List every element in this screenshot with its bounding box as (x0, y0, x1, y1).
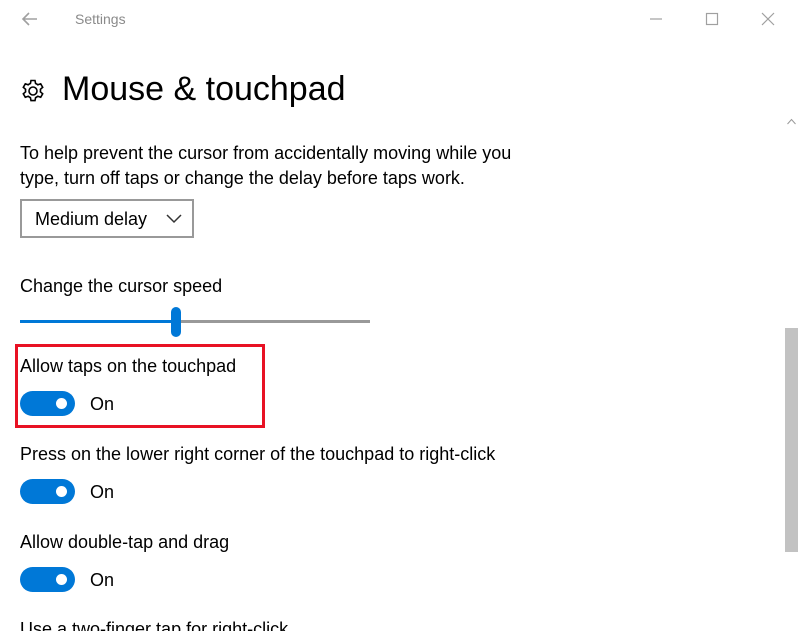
double-tap-drag-state: On (90, 570, 115, 590)
scrollbar-thumb[interactable] (785, 328, 798, 552)
title-bar: Settings (0, 0, 798, 40)
minimize-icon[interactable] (645, 8, 667, 30)
toggle-knob (56, 574, 67, 585)
scroll-up-arrow-icon[interactable] (787, 118, 796, 125)
close-icon[interactable] (757, 8, 779, 30)
page-title: Mouse & touchpad (62, 70, 346, 108)
cursor-speed-slider[interactable] (20, 306, 370, 338)
highlight-box (15, 344, 265, 428)
right-click-corner-state: On (90, 482, 115, 502)
dropdown-selected-value: Medium delay (35, 209, 148, 229)
double-tap-drag-label: Allow double-tap and drag (20, 532, 230, 552)
gear-icon (22, 79, 44, 102)
touchpad-delay-dropdown[interactable]: Medium delay (20, 199, 194, 238)
cursor-speed-label: Change the cursor speed (20, 276, 223, 296)
maximize-icon[interactable] (701, 8, 723, 30)
toggle-knob (56, 486, 67, 497)
right-click-corner-toggle[interactable] (20, 479, 75, 504)
scrollbar[interactable] (785, 116, 798, 631)
slider-fill (20, 320, 177, 323)
slider-thumb[interactable] (171, 307, 182, 337)
double-tap-drag-toggle[interactable] (20, 567, 75, 592)
window-title: Settings (75, 11, 126, 27)
two-finger-tap-label: Use a two-finger tap for right-click (20, 619, 289, 631)
chevron-down-icon (166, 214, 182, 224)
right-click-corner-label: Press on the lower right corner of the t… (20, 444, 496, 464)
back-arrow-icon[interactable] (19, 8, 41, 30)
touchpad-delay-description: To help prevent the cursor from accident… (20, 143, 512, 188)
